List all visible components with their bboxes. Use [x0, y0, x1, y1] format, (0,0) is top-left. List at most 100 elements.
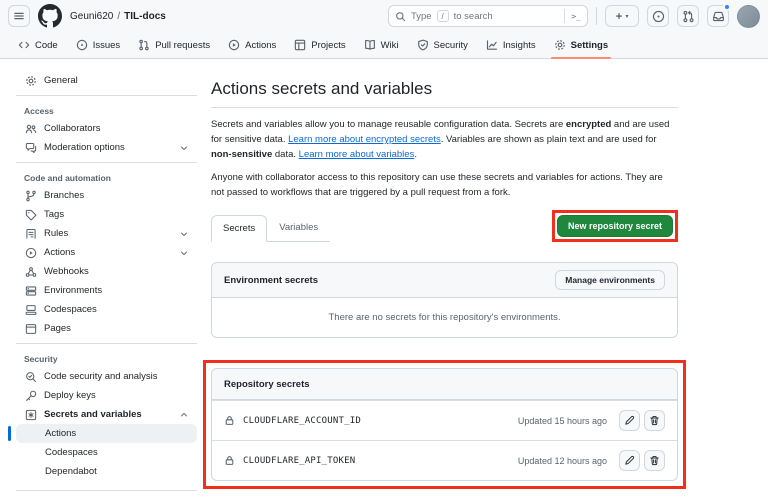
sidebar-subitem-dependabot[interactable]: Dependabot: [16, 462, 197, 481]
inbox-icon: [712, 10, 725, 23]
breadcrumb-repo[interactable]: TIL-docs: [124, 11, 166, 22]
manage-environments-button[interactable]: Manage environments: [555, 270, 665, 290]
sidebar-item-branches[interactable]: Branches: [16, 186, 197, 205]
lock-icon: [224, 415, 235, 426]
issue-opened-icon: [652, 10, 665, 23]
secret-actions: [619, 450, 665, 471]
link-variables[interactable]: Learn more about variables: [299, 149, 415, 160]
tab-variables[interactable]: Variables: [267, 215, 330, 241]
key-icon: [24, 390, 37, 402]
sidebar-item-code-security[interactable]: Code security and analysis: [16, 367, 197, 386]
chevron-up-icon: [179, 410, 189, 420]
sidebar-section-code-automation: Code and automation: [16, 168, 197, 186]
intro-paragraph: Secrets and variables allow you to manag…: [211, 117, 678, 162]
sidebar-subitem-actions[interactable]: Actions: [16, 424, 197, 443]
intro-text: data.: [272, 149, 298, 160]
intro-text: .: [414, 149, 417, 160]
sidebar-item-webhooks[interactable]: Webhooks: [16, 262, 197, 281]
tab-code[interactable]: Code: [10, 32, 66, 58]
tab-secrets[interactable]: Secrets: [211, 215, 267, 242]
browser-icon: [24, 323, 37, 335]
avatar[interactable]: [737, 5, 760, 28]
secrets-tab-row: Secrets Variables New repository secret: [211, 210, 678, 242]
tab-projects[interactable]: Projects: [286, 32, 353, 58]
sidebar-divider: [16, 343, 197, 344]
sidebar-section-security: Security: [16, 349, 197, 367]
edit-secret-button[interactable]: [619, 450, 640, 471]
link-encrypted-secrets[interactable]: Learn more about encrypted secrets: [288, 134, 441, 145]
people-icon: [24, 123, 37, 135]
issues-dashboard-button[interactable]: [647, 5, 669, 27]
create-new-button[interactable]: + ▾: [605, 5, 639, 27]
tab-issues[interactable]: Issues: [68, 32, 128, 58]
secret-updated: Updated 12 hours ago: [518, 456, 607, 466]
breadcrumb-owner[interactable]: Geuni620: [70, 11, 113, 22]
sidebar-item-environments[interactable]: Environments: [16, 281, 197, 300]
slash-key-hint: /: [437, 10, 449, 22]
sidebar-item-codespaces[interactable]: Codespaces: [16, 300, 197, 319]
sidebar-item-actions[interactable]: Actions: [16, 243, 197, 262]
comment-discussion-icon: [24, 142, 37, 154]
secrets-tabnav: Secrets Variables: [211, 215, 330, 242]
tab-label: Settings: [571, 40, 608, 51]
breadcrumb-separator: /: [117, 11, 120, 22]
delete-secret-button[interactable]: [644, 450, 665, 471]
collaborator-note: Anyone with collaborator access to this …: [211, 170, 678, 200]
secret-name: CLOUDFLARE_API_TOKEN: [243, 456, 355, 466]
tab-security[interactable]: Security: [409, 32, 476, 58]
tab-actions[interactable]: Actions: [220, 32, 284, 58]
environment-secrets-header: Environment secrets Manage environments: [212, 263, 677, 298]
search-placeholder-suffix: to search: [454, 11, 493, 22]
table-icon: [294, 39, 306, 51]
new-repository-secret-button[interactable]: New repository secret: [557, 215, 673, 237]
hamburger-menu-button[interactable]: [8, 5, 30, 27]
tab-pull-requests[interactable]: Pull requests: [130, 32, 218, 58]
environment-secrets-card: Environment secrets Manage environments …: [211, 262, 678, 338]
tab-settings[interactable]: Settings: [546, 32, 616, 58]
hamburger-menu-icon: [13, 10, 25, 22]
play-circle-icon: [24, 247, 37, 259]
gear-icon: [554, 39, 566, 51]
github-logo[interactable]: [38, 4, 62, 28]
graph-icon: [486, 39, 498, 51]
sidebar-item-secrets-and-variables[interactable]: Secrets and variables: [16, 405, 197, 424]
sidebar-item-rules[interactable]: Rules: [16, 224, 197, 243]
secret-actions: [619, 410, 665, 431]
sidebar-item-deploy-keys[interactable]: Deploy keys: [16, 386, 197, 405]
edit-secret-button[interactable]: [619, 410, 640, 431]
tab-label: Pull requests: [155, 40, 210, 51]
chevron-down-icon: [179, 143, 189, 153]
secret-row: CLOUDFLARE_API_TOKEN Updated 12 hours ag…: [212, 440, 677, 480]
sidebar-item-general[interactable]: General: [16, 71, 197, 90]
sidebar-subitem-codespaces[interactable]: Codespaces: [16, 443, 197, 462]
tab-insights[interactable]: Insights: [478, 32, 544, 58]
command-palette-icon[interactable]: >_: [564, 9, 581, 23]
sidebar-divider: [16, 490, 197, 491]
git-branch-icon: [24, 190, 37, 202]
shield-icon: [417, 39, 429, 51]
plus-icon: +: [615, 9, 622, 23]
sidebar-item-pages[interactable]: Pages: [16, 319, 197, 338]
search-input[interactable]: Type / to search >_: [388, 5, 588, 27]
codescan-icon: [24, 371, 37, 383]
intro-text: Secrets and variables allow you to manag…: [211, 119, 566, 130]
codespaces-icon: [24, 304, 37, 316]
caret-down-icon: ▾: [626, 13, 629, 20]
annotation-highlight-new-secret: New repository secret: [552, 210, 678, 242]
book-icon: [364, 39, 376, 51]
inbox-button[interactable]: [707, 5, 729, 27]
server-icon: [24, 285, 37, 297]
sidebar-item-tags[interactable]: Tags: [16, 205, 197, 224]
secret-updated: Updated 15 hours ago: [518, 416, 607, 426]
search-placeholder-prefix: Type: [411, 11, 432, 22]
delete-secret-button[interactable]: [644, 410, 665, 431]
sidebar-item-moderation-options[interactable]: Moderation options: [16, 138, 197, 157]
sidebar-divider: [16, 162, 197, 163]
tab-wiki[interactable]: Wiki: [356, 32, 407, 58]
settings-sidebar: General Access Collaborators Moderation …: [0, 59, 211, 496]
header-divider: [596, 7, 597, 25]
pull-requests-dashboard-button[interactable]: [677, 5, 699, 27]
tab-label: Security: [434, 40, 468, 51]
sidebar-item-collaborators[interactable]: Collaborators: [16, 119, 197, 138]
environment-secrets-empty-message: There are no secrets for this repository…: [212, 298, 677, 337]
